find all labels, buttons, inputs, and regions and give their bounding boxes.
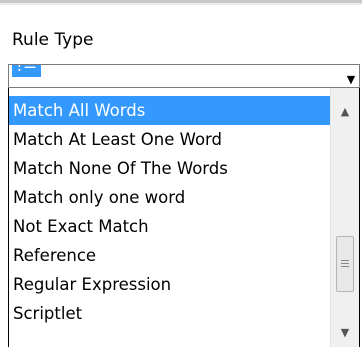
list-item[interactable]: Match None Of The Words (9, 154, 330, 183)
dropdown-list: Match All Words Match At Least One Word … (9, 96, 330, 328)
rule-type-label: Rule Type (12, 30, 94, 50)
scroll-thumb-grip-line (341, 266, 349, 267)
list-item[interactable]: Match All Words (9, 96, 330, 125)
rule-type-select-value: != (12, 65, 42, 77)
scroll-up-arrow-icon[interactable]: ▲ (331, 98, 359, 126)
scroll-down-arrow-icon[interactable]: ▼ (331, 319, 359, 347)
scroll-thumb[interactable] (336, 236, 354, 292)
rule-type-dropdown[interactable]: Match All Words Match At Least One Word … (8, 88, 360, 347)
chevron-down-icon[interactable]: ▼ (343, 65, 359, 87)
scroll-thumb-grip-line (341, 263, 349, 264)
list-item[interactable]: Match At Least One Word (9, 125, 330, 154)
top-divider-shadow (0, 3, 362, 5)
list-item[interactable]: Scriptlet (9, 299, 330, 328)
rule-type-select[interactable]: != ▼ (8, 64, 360, 88)
list-item[interactable]: Reference (9, 241, 330, 270)
rule-type-form: Rule Type != ▼ Match All Words Match At … (0, 0, 362, 347)
list-item[interactable]: Regular Expression (9, 270, 330, 299)
scroll-thumb-grip-icon (341, 260, 349, 261)
dropdown-scrollbar[interactable]: ▲ ▼ (330, 88, 359, 347)
list-item[interactable]: Match only one word (9, 183, 330, 212)
list-item[interactable]: Not Exact Match (9, 212, 330, 241)
